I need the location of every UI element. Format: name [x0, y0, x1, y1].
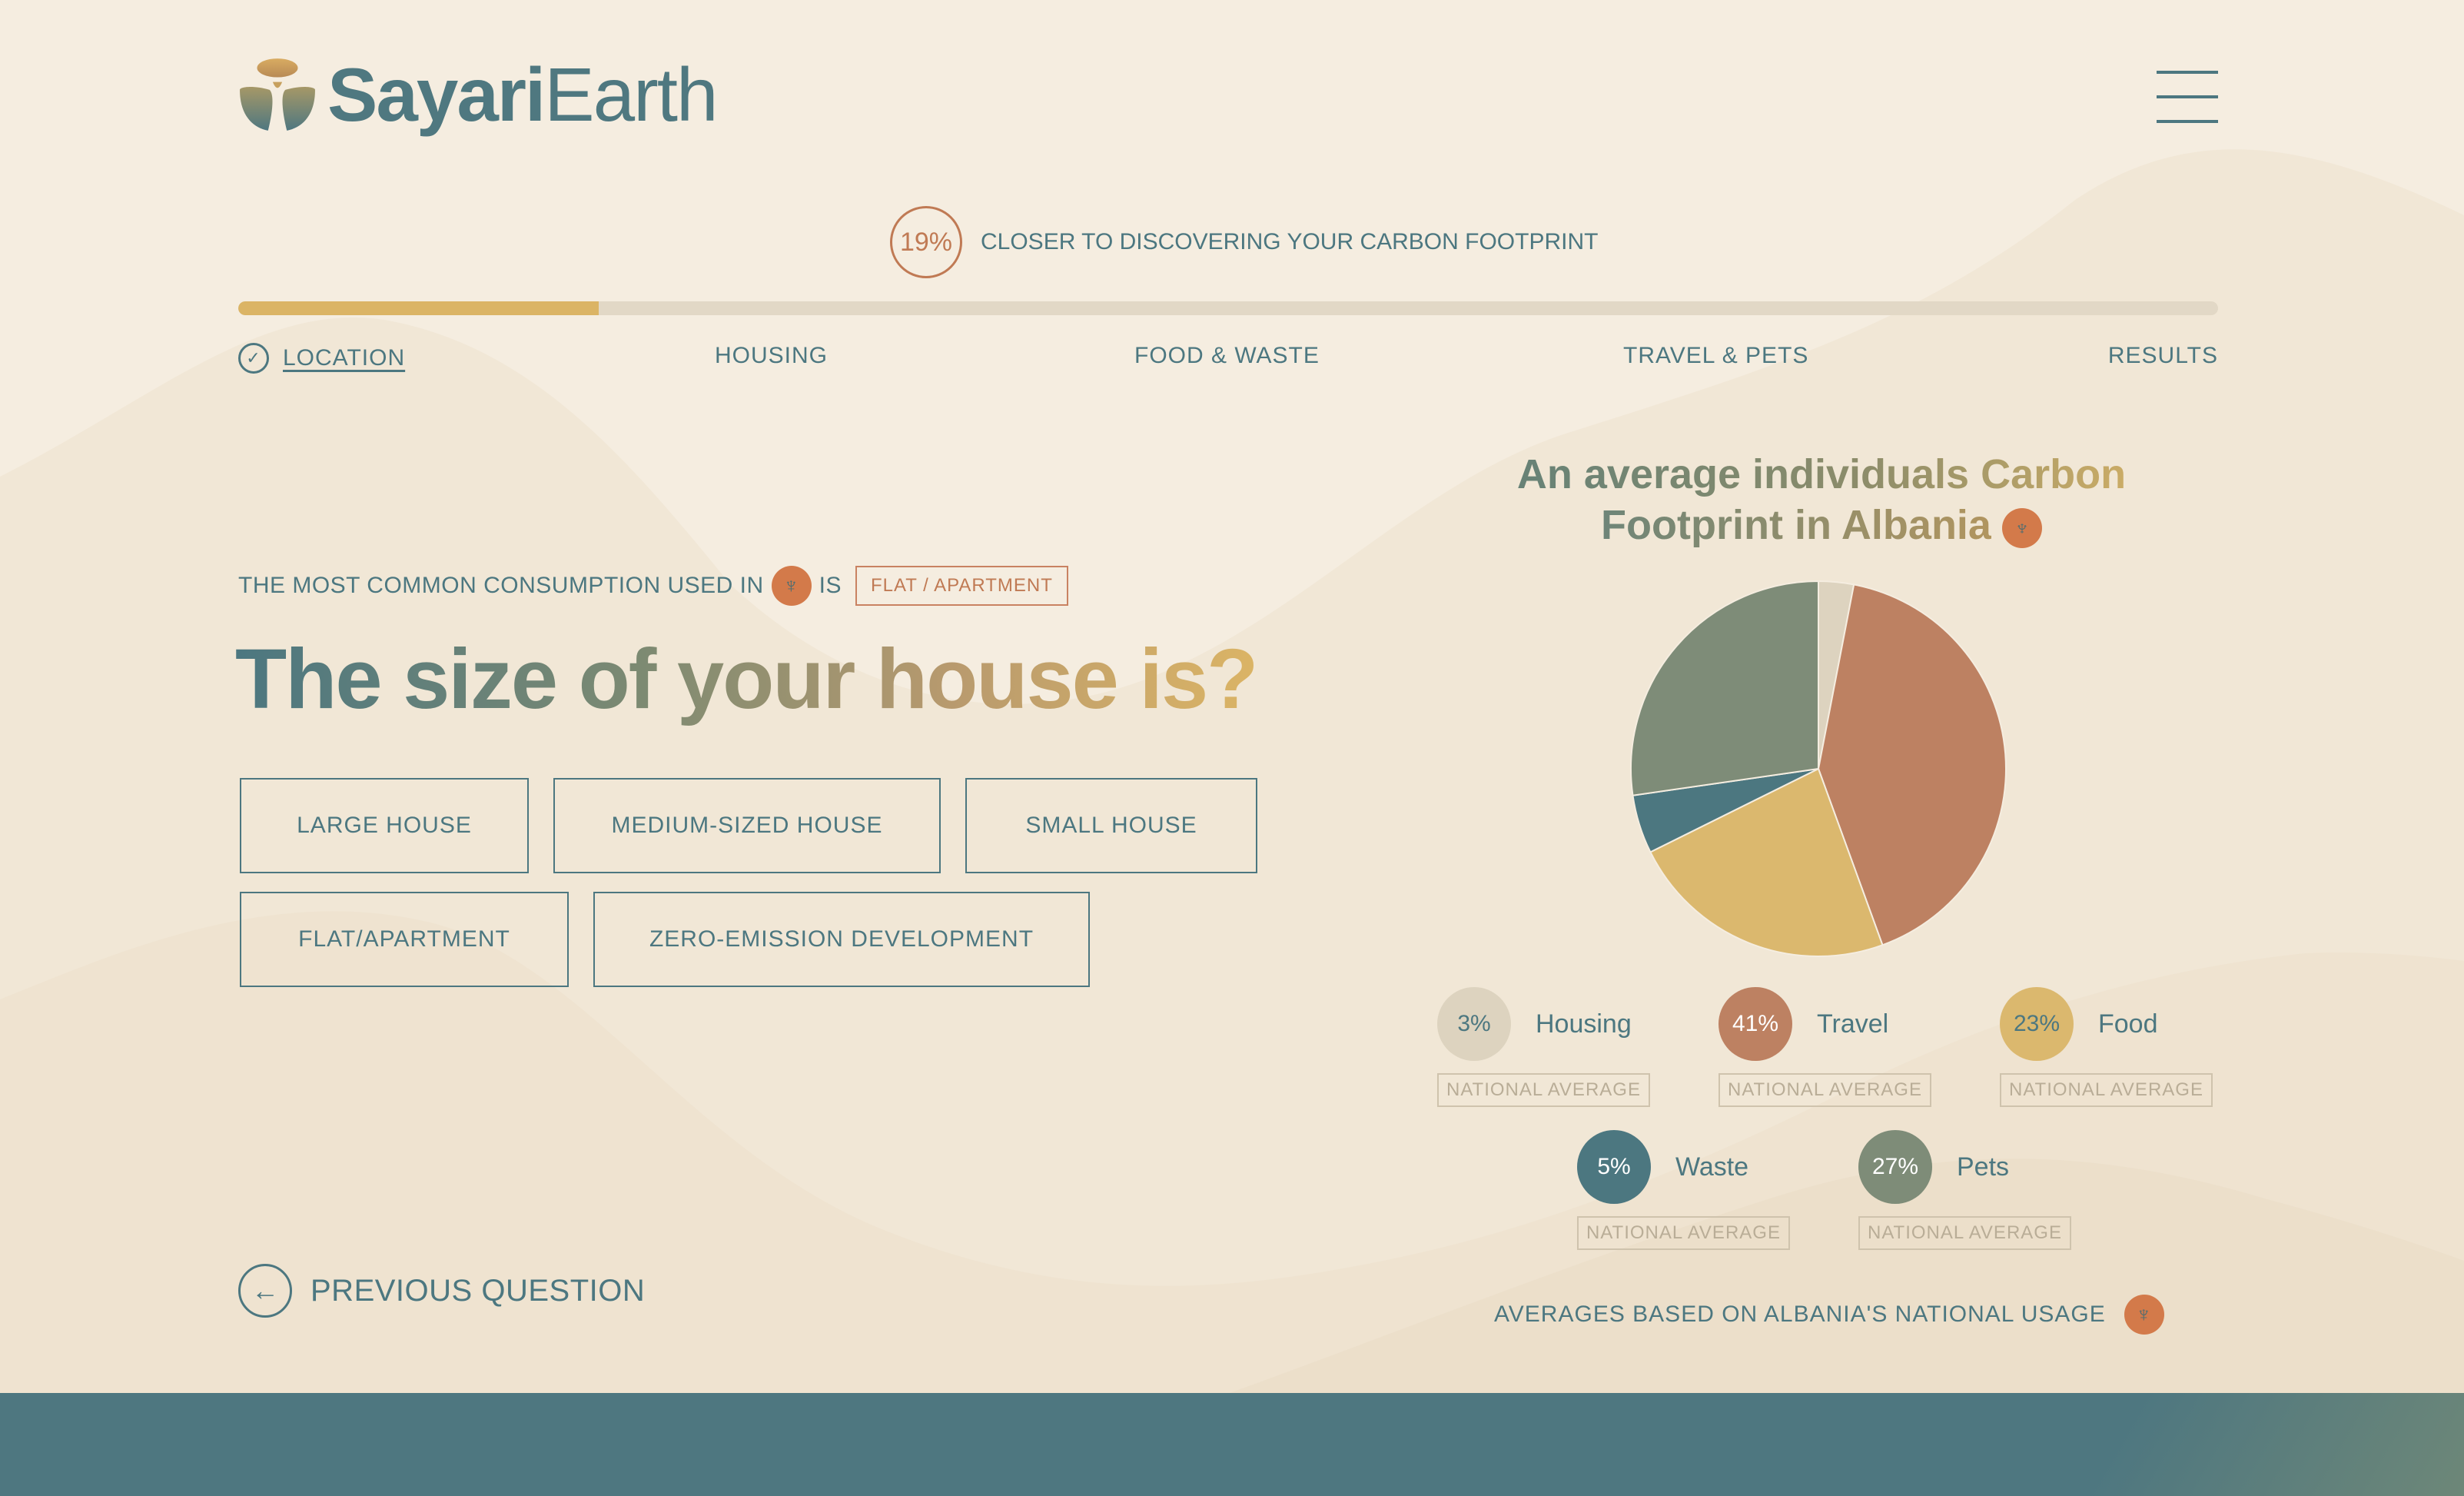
step-navigation: ✓ LOCATION HOUSING FOOD & WASTE TRAVEL &…: [238, 343, 2218, 381]
carbon-footprint-pie-chart: [1630, 580, 2007, 957]
legend-item-pets: 27% Pets NATIONAL AVERAGE: [1858, 1130, 2071, 1250]
albania-flag-icon: ♆: [2001, 507, 2042, 548]
step-housing[interactable]: HOUSING: [715, 343, 828, 369]
albania-flag-icon: ♆: [2124, 1295, 2164, 1335]
common-consumption-is: IS: [819, 573, 842, 598]
legend-housing-percent: 3%: [1437, 987, 1511, 1061]
option-small-house[interactable]: SMALL HOUSE: [965, 778, 1257, 873]
legend-food-percent: 23%: [2000, 987, 2074, 1061]
step-label: RESULTS: [2107, 343, 2218, 368]
legend-item-travel: 41% Travel NATIONAL AVERAGE: [1718, 987, 1931, 1107]
previous-question-button[interactable]: ← PREVIOUS QUESTION: [238, 1264, 645, 1318]
legend-travel-name: Travel: [1817, 1009, 1889, 1039]
step-food-waste[interactable]: FOOD & WASTE: [1134, 343, 1320, 369]
logo-wordmark: SayariEarth: [327, 57, 718, 132]
legend-pets-percent: 27%: [1858, 1130, 1932, 1204]
footer-band: [0, 1393, 2464, 1496]
legend-item-waste: 5% Waste NATIONAL AVERAGE: [1577, 1130, 1790, 1250]
albania-flag-icon: ♆: [771, 566, 812, 606]
option-large-house[interactable]: LARGE HOUSE: [240, 778, 529, 873]
option-flat-apartment[interactable]: FLAT/APARTMENT: [240, 892, 569, 987]
previous-question-label: PREVIOUS QUESTION: [310, 1273, 646, 1308]
legend-item-food: 23% Food NATIONAL AVERAGE: [2000, 987, 2213, 1107]
national-average-badge: NATIONAL AVERAGE: [1437, 1073, 1650, 1107]
step-travel-pets[interactable]: TRAVEL & PETS: [1623, 343, 1808, 369]
option-zero-emission-development[interactable]: ZERO-EMISSION DEVELOPMENT: [593, 892, 1090, 987]
progress-bar-fill: [238, 301, 599, 315]
progress-percent-badge: 19%: [890, 206, 962, 278]
step-label: HOUSING: [715, 343, 829, 368]
arrow-left-icon: ←: [238, 1264, 292, 1318]
progress-indicator: 19% CLOSER TO DISCOVERING YOUR CARBON FO…: [890, 206, 1598, 278]
chart-title-line2: Footprint in Albania: [1601, 502, 1991, 548]
legend-pets-name: Pets: [1957, 1152, 2010, 1182]
logo-text-bold: Sayari: [327, 52, 546, 137]
legend-housing-name: Housing: [1536, 1009, 1632, 1039]
sayari-leaf-icon: [240, 58, 315, 131]
logo-text-light: Earth: [544, 52, 718, 137]
averages-footnote: AVERAGES BASED ON ALBANIA'S NATIONAL USA…: [1494, 1295, 2164, 1335]
national-average-badge: NATIONAL AVERAGE: [1858, 1216, 2071, 1250]
pie-slice-pets: [1630, 580, 1819, 796]
progress-bar: [238, 301, 2218, 315]
step-label: LOCATION: [283, 345, 406, 371]
progress-text: CLOSER TO DISCOVERING YOUR CARBON FOOTPR…: [981, 229, 1599, 254]
question-title: The size of your house is?: [235, 632, 1258, 726]
legend-waste-name: Waste: [1675, 1152, 1749, 1182]
chart-title-line1: An average individuals Carbon: [1445, 449, 2198, 500]
check-circle-icon: ✓: [238, 343, 269, 374]
footnote-text: AVERAGES BASED ON ALBANIA'S NATIONAL USA…: [1494, 1302, 2106, 1327]
logo[interactable]: SayariEarth: [238, 55, 718, 134]
step-results[interactable]: RESULTS: [2108, 343, 2218, 369]
legend-waste-percent: 5%: [1577, 1130, 1651, 1204]
national-average-badge: NATIONAL AVERAGE: [2000, 1073, 2213, 1107]
hamburger-menu-icon[interactable]: [2157, 71, 2218, 123]
common-consumption-hint: THE MOST COMMON CONSUMPTION USED IN ♆ IS…: [238, 566, 1068, 606]
chart-title: An average individuals Carbon Footprint …: [1445, 449, 2198, 550]
legend-food-name: Food: [2098, 1009, 2158, 1039]
step-location[interactable]: ✓ LOCATION: [238, 343, 405, 374]
step-label: FOOD & WASTE: [1134, 343, 1320, 368]
national-average-badge: NATIONAL AVERAGE: [1718, 1073, 1931, 1107]
common-consumption-prefix: THE MOST COMMON CONSUMPTION USED IN: [238, 573, 764, 598]
legend-item-housing: 3% Housing NATIONAL AVERAGE: [1437, 987, 1650, 1107]
step-label: TRAVEL & PETS: [1623, 343, 1809, 368]
national-average-badge: NATIONAL AVERAGE: [1577, 1216, 1790, 1250]
common-consumption-value: FLAT / APARTMENT: [855, 566, 1068, 606]
legend-travel-percent: 41%: [1718, 987, 1792, 1061]
option-medium-sized-house[interactable]: MEDIUM-SIZED HOUSE: [553, 778, 941, 873]
